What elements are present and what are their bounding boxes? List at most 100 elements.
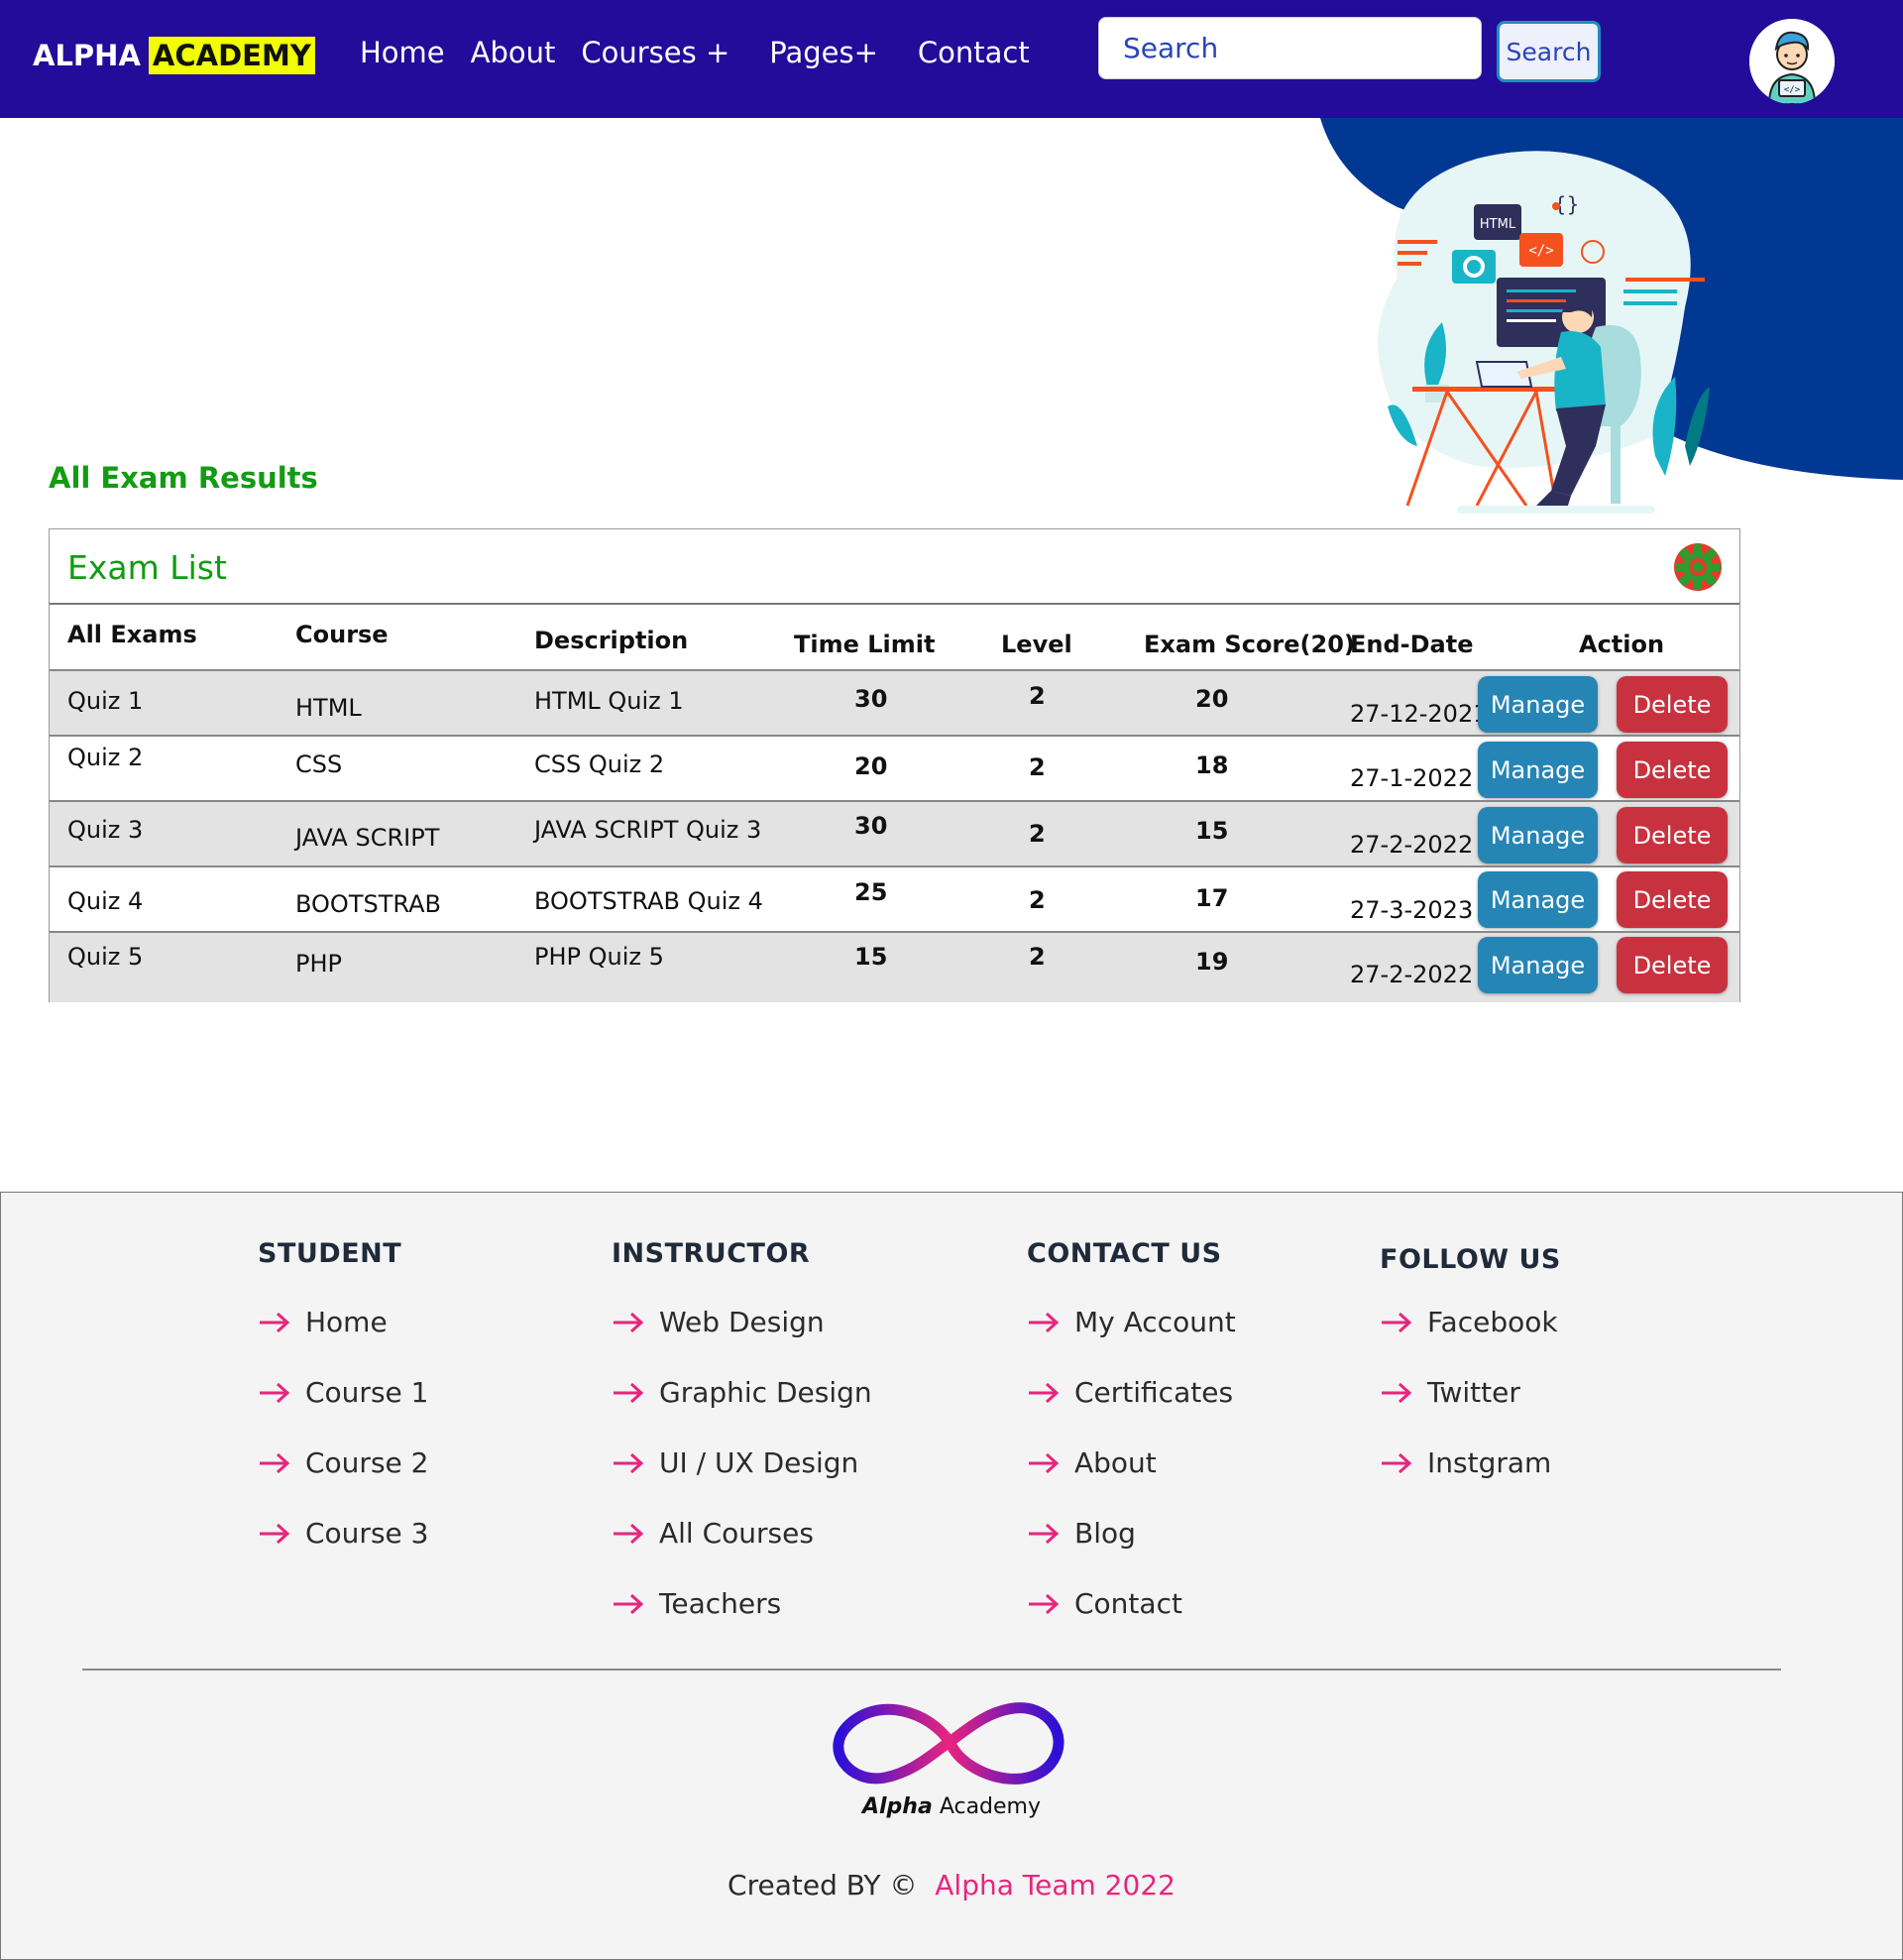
footer-link-label: Course 3 xyxy=(305,1517,429,1550)
footer-heading: STUDENT xyxy=(258,1238,402,1269)
exam-description: JAVA SCRIPT Quiz 3 xyxy=(534,816,762,844)
footer-link[interactable]: Home xyxy=(258,1306,388,1338)
footer-link[interactable]: About xyxy=(1027,1446,1157,1479)
footer-link-label: Certificates xyxy=(1074,1376,1234,1409)
exam-end-date: 27-2-2022 xyxy=(1350,831,1474,859)
footer-heading: CONTACT US xyxy=(1027,1238,1222,1269)
exam-name: Quiz 2 xyxy=(67,744,144,771)
table-row: Quiz 1 HTML HTML Quiz 1 30 2 20 27-12-20… xyxy=(50,669,1739,735)
arrow-right-icon xyxy=(1029,1312,1060,1332)
footer-link-label: Facebook xyxy=(1427,1306,1558,1338)
exam-name: Quiz 3 xyxy=(67,816,144,844)
arrow-right-icon xyxy=(1382,1452,1412,1473)
footer-link[interactable]: Web Design xyxy=(612,1306,825,1338)
footer-link[interactable]: Course 1 xyxy=(258,1376,428,1409)
main-nav: Home About Courses + Pages+ Contact xyxy=(360,36,1030,69)
exam-level: 2 xyxy=(1029,943,1046,971)
search-input[interactable] xyxy=(1098,17,1482,79)
delete-button[interactable]: Delete xyxy=(1617,676,1728,733)
footer-link[interactable]: All Courses xyxy=(612,1517,814,1550)
exam-end-date: 27-3-2023 xyxy=(1350,896,1474,924)
arrow-right-icon xyxy=(1029,1593,1060,1614)
delete-button[interactable]: Delete xyxy=(1617,871,1728,928)
footer-link[interactable]: Contact xyxy=(1027,1587,1182,1620)
exam-score: 17 xyxy=(1195,884,1229,912)
arrow-right-icon xyxy=(1029,1382,1060,1403)
footer-link[interactable]: UI / UX Design xyxy=(612,1446,858,1479)
exam-course: HTML xyxy=(295,694,362,722)
exam-score: 15 xyxy=(1195,817,1229,845)
nav-courses-dropdown[interactable]: Courses + xyxy=(581,36,729,69)
footer-divider xyxy=(82,1669,1781,1671)
delete-button[interactable]: Delete xyxy=(1617,742,1728,798)
footer-link-label: Web Design xyxy=(659,1306,825,1338)
nav-contact-link[interactable]: Contact xyxy=(918,36,1030,69)
footer-link[interactable]: Course 3 xyxy=(258,1517,428,1550)
delete-button[interactable]: Delete xyxy=(1617,807,1728,864)
exam-name: Quiz 4 xyxy=(67,887,144,915)
manage-button[interactable]: Manage xyxy=(1478,807,1598,864)
footer-link[interactable]: Certificates xyxy=(1027,1376,1233,1409)
manage-button[interactable]: Manage xyxy=(1478,871,1598,928)
footer-link-label: Blog xyxy=(1074,1517,1136,1550)
credit-team-link[interactable]: Alpha Team 2022 xyxy=(935,1869,1175,1902)
footer-link[interactable]: Teachers xyxy=(612,1587,781,1620)
footer-column-follow: FOLLOW US Facebook Twitter Instgram xyxy=(1380,1244,1561,1479)
arrow-right-icon xyxy=(614,1312,644,1332)
nav-pages-dropdown[interactable]: Pages+ xyxy=(769,36,878,69)
column-header-all-exams: All Exams xyxy=(67,621,197,648)
exam-level: 2 xyxy=(1029,886,1046,914)
exam-list-card: Exam List All Exams Course Description T… xyxy=(49,528,1740,1002)
footer-logo-text-regular: Academy xyxy=(939,1794,1042,1819)
footer-link[interactable]: Graphic Design xyxy=(612,1376,872,1409)
footer-link-label: Instgram xyxy=(1427,1446,1552,1479)
arrow-right-icon xyxy=(260,1312,290,1332)
column-header-description: Description xyxy=(534,627,689,654)
manage-button[interactable]: Manage xyxy=(1478,676,1598,733)
column-header-exam-score: Exam Score(20) xyxy=(1144,631,1355,658)
search-button[interactable]: Search xyxy=(1497,21,1601,82)
user-avatar-icon[interactable]: </> xyxy=(1749,19,1835,104)
footer-link-label: Graphic Design xyxy=(659,1376,872,1409)
exam-end-date: 27-12-2021 xyxy=(1350,700,1489,728)
exam-name: Quiz 5 xyxy=(67,943,144,971)
gear-icon[interactable] xyxy=(1672,541,1724,593)
footer-link-instagram[interactable]: Instgram xyxy=(1380,1446,1551,1479)
footer-column-instructor: INSTRUCTOR Web Design Graphic Design UI … xyxy=(612,1238,872,1620)
footer-logo-text-italic: Alpha xyxy=(861,1794,933,1819)
manage-button[interactable]: Manage xyxy=(1478,937,1598,993)
arrow-right-icon xyxy=(614,1593,644,1614)
arrow-right-icon xyxy=(1382,1382,1412,1403)
footer-link-twitter[interactable]: Twitter xyxy=(1380,1376,1520,1409)
footer-credit: Created BY © Alpha Team 2022 xyxy=(0,1869,1903,1902)
exam-time-limit: 30 xyxy=(854,812,888,840)
exam-list-title: Exam List xyxy=(67,548,227,587)
footer-link-label: Home xyxy=(305,1306,388,1338)
brand-logo[interactable]: ALPHA ACADEMY xyxy=(33,31,315,80)
nav-home-link[interactable]: Home xyxy=(360,36,445,69)
exam-score: 18 xyxy=(1195,751,1229,779)
footer-link[interactable]: Blog xyxy=(1027,1517,1136,1550)
manage-button[interactable]: Manage xyxy=(1478,742,1598,798)
brand-name-part1: ALPHA xyxy=(33,39,141,72)
footer-link-facebook[interactable]: Facebook xyxy=(1380,1306,1558,1338)
hero-html-badge: HTML xyxy=(1480,217,1516,232)
table-row: Quiz 3 JAVA SCRIPT JAVA SCRIPT Quiz 3 30… xyxy=(50,800,1739,865)
exam-time-limit: 25 xyxy=(854,878,888,906)
exam-level: 2 xyxy=(1029,682,1046,710)
column-header-action: Action xyxy=(1579,631,1665,658)
nav-about-link[interactable]: About xyxy=(471,36,556,69)
hero-illustration: HTML </> { } xyxy=(1378,151,1710,514)
column-header-time-limit: Time Limit xyxy=(794,631,936,658)
table-row: Quiz 4 BOOTSTRAB BOOTSTRAB Quiz 4 25 2 1… xyxy=(50,865,1739,931)
exam-course: CSS xyxy=(295,750,343,778)
footer-heading: FOLLOW US xyxy=(1380,1244,1561,1275)
exam-course: JAVA SCRIPT xyxy=(295,824,440,852)
footer-link[interactable]: Course 2 xyxy=(258,1446,428,1479)
arrow-right-icon xyxy=(1382,1312,1412,1332)
footer-column-contact: CONTACT US My Account Certificates About… xyxy=(1027,1238,1236,1620)
exam-level: 2 xyxy=(1029,753,1046,781)
exam-time-limit: 30 xyxy=(854,685,888,713)
footer-link[interactable]: My Account xyxy=(1027,1306,1236,1338)
delete-button[interactable]: Delete xyxy=(1617,937,1728,993)
